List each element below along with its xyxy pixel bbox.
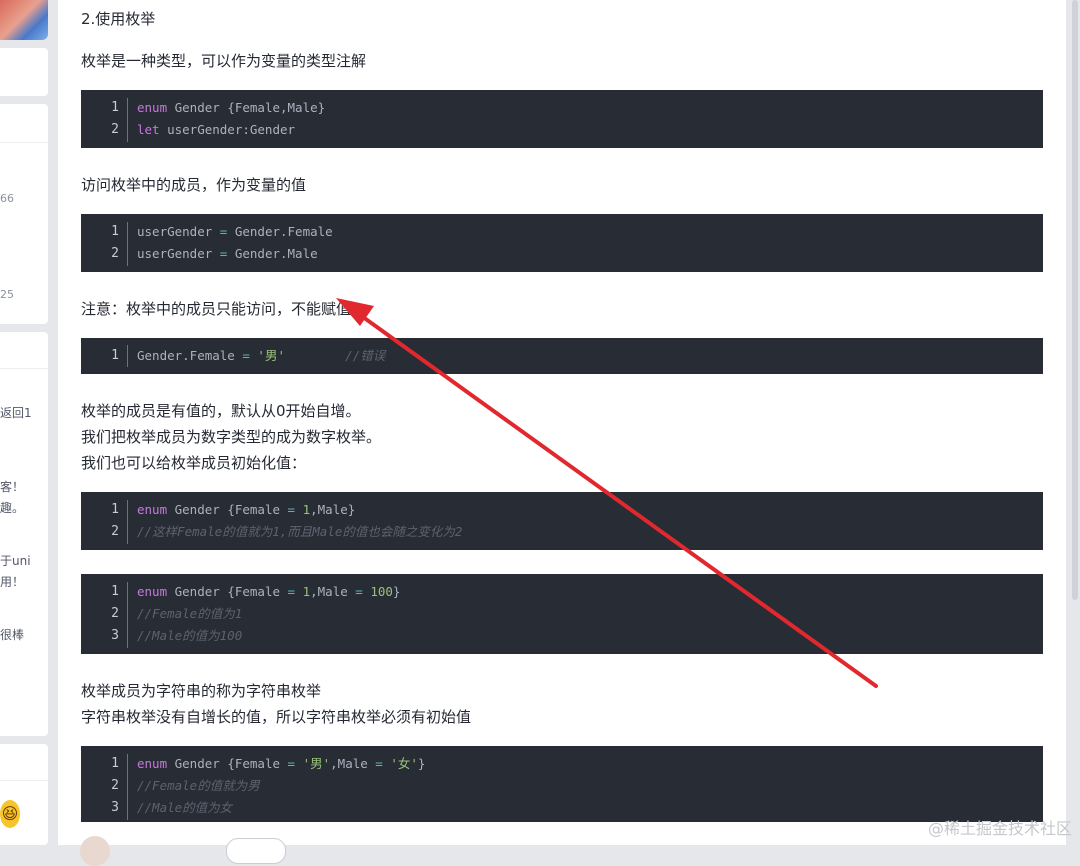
line-number: 3 [111, 800, 119, 815]
line-number: 2 [111, 524, 119, 539]
sidebar-snippet[interactable]: 于uni [0, 552, 31, 569]
line-number: 2 [111, 778, 119, 793]
paragraph: 我们也可以给枚举成员初始化值： [81, 454, 307, 472]
comment-avatar[interactable] [80, 836, 110, 866]
code-block[interactable]: 1 enum Gender {Female = 1,Male} 2//这样Fema… [81, 492, 1043, 550]
left-sidebar: 66 25 返回1 客！ 趣。 于uni 用！ 很棒 😆 [0, 0, 50, 845]
sidebar-card-1: 66 25 [0, 104, 48, 324]
code-block[interactable]: 1 Gender.Female = '男' //错误 [81, 338, 1043, 374]
line-number: 2 [111, 122, 119, 137]
line-number: 1 [111, 502, 119, 517]
paragraph: 字符串枚举没有自增长的值，所以字符串枚举必须有初始值 [81, 708, 472, 726]
sidebar-card-2: 返回1 客！ 趣。 于uni 用！ 很棒 [0, 332, 48, 736]
scrollbar[interactable] [1072, 0, 1078, 600]
sidebar-snippet[interactable]: 很棒 [0, 626, 24, 643]
line-number: 1 [111, 584, 119, 599]
section-heading: 2.使用枚举 [81, 10, 156, 28]
line-number: 1 [111, 756, 119, 771]
sidebar-snippet[interactable]: 趣。 [0, 499, 24, 516]
paragraph: 我们把枚举成员为数字类型的成为数字枚举。 [81, 428, 382, 446]
sidebar-count: 66 [0, 192, 14, 205]
sidebar-card-3 [0, 744, 48, 845]
paragraph: 注意：枚举中的成员只能访问，不能赋值 [81, 300, 352, 318]
code-block[interactable]: 1 enum Gender {Female = 1,Male = 100} 2//… [81, 574, 1043, 654]
sidebar-snippet[interactable]: 客！ [0, 478, 24, 495]
code-block[interactable]: 1 userGender = Gender.Female 2 userGender … [81, 214, 1043, 272]
code-block[interactable]: 1 enum Gender {Female = '男',Male = '女'} 2… [81, 746, 1043, 822]
article-content: 2.使用枚举 枚举是一种类型，可以作为变量的类型注解 1 enum Gender … [58, 0, 1066, 845]
sidebar-snippet[interactable]: 返回1 [0, 404, 32, 421]
code-block[interactable]: 1 enum Gender {Female,Male} 2 let userGend… [81, 90, 1043, 148]
follow-button[interactable] [226, 838, 286, 864]
watermark: @稀土掘金技术社区 [927, 819, 1072, 838]
search-card [0, 48, 48, 96]
sidebar-count: 25 [0, 288, 14, 301]
user-avatar[interactable] [0, 0, 48, 40]
line-number: 1 [111, 348, 119, 363]
paragraph: 枚举的成员是有值的，默认从0开始自增。 [81, 402, 361, 420]
line-number: 2 [111, 246, 119, 261]
paragraph: 枚举是一种类型，可以作为变量的类型注解 [81, 52, 367, 70]
sidebar-snippet[interactable]: 用！ [0, 573, 24, 590]
line-number: 1 [111, 224, 119, 239]
laughing-emoji-icon[interactable]: 😆 [0, 800, 20, 828]
line-number: 1 [111, 100, 119, 115]
line-number: 3 [111, 628, 119, 643]
paragraph: 枚举成员为字符串的称为字符串枚举 [81, 682, 322, 700]
line-number: 2 [111, 606, 119, 621]
paragraph: 访问枚举中的成员，作为变量的值 [81, 176, 307, 194]
